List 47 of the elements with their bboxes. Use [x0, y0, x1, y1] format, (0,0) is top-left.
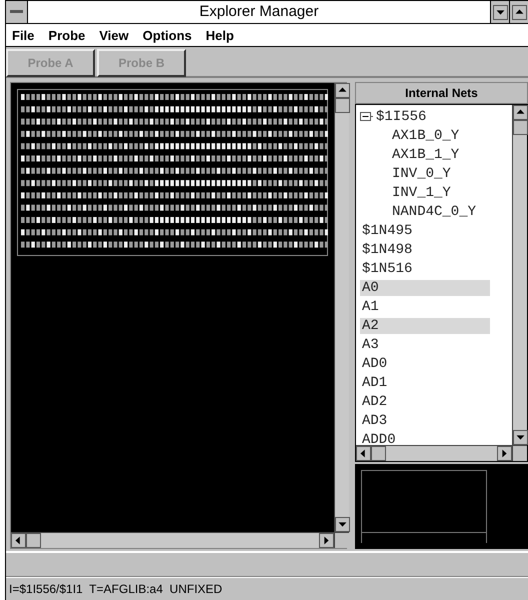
scroll-up-button[interactable] — [513, 105, 528, 120]
vertical-scrollbar[interactable] — [512, 105, 527, 445]
net-item[interactable]: $1N495 — [360, 222, 412, 238]
net-item[interactable]: A1 — [360, 298, 379, 314]
menu-item[interactable]: Help — [206, 28, 234, 42]
scroll-thumb[interactable] — [371, 446, 386, 461]
horizontal-scrollbar[interactable] — [11, 532, 334, 548]
panel-header: Internal Nets — [355, 82, 528, 104]
menu-item[interactable]: Probe — [48, 28, 86, 42]
scrollbar-corner — [334, 532, 349, 548]
menu-bar-icon — [10, 10, 23, 14]
scroll-thumb[interactable] — [513, 120, 528, 135]
menu-item[interactable]: Options — [142, 28, 192, 42]
net-item[interactable]: AD2 — [360, 394, 388, 410]
system-menu-button[interactable] — [6, 1, 28, 23]
net-item[interactable]: NAND4C_0_Y — [390, 204, 476, 220]
net-item[interactable]: A3 — [360, 336, 379, 352]
net-item[interactable]: AX1B_1_Y — [390, 146, 460, 162]
maximize-button[interactable] — [512, 4, 526, 20]
window-title: Explorer Manager — [198, 2, 320, 22]
net-item[interactable]: $1N516 — [360, 260, 412, 276]
net-item[interactable]: A0 — [360, 280, 490, 296]
net-item[interactable]: AD1 — [360, 374, 388, 390]
scroll-left-button[interactable] — [11, 533, 26, 548]
net-item[interactable]: AX1B_0_Y — [390, 128, 460, 144]
scroll-thumb[interactable] — [335, 98, 350, 113]
net-item[interactable]: A2 — [360, 318, 490, 334]
menu-item[interactable]: File — [12, 28, 34, 42]
collapse-icon[interactable] — [360, 112, 373, 121]
scroll-down-button[interactable] — [513, 430, 528, 445]
horizontal-scrollbar[interactable] — [356, 445, 512, 461]
minimize-button[interactable] — [492, 4, 508, 20]
scroll-thumb[interactable] — [26, 533, 41, 548]
scroll-right-button[interactable] — [319, 533, 334, 548]
vertical-scrollbar[interactable] — [334, 83, 349, 532]
scroll-left-button[interactable] — [356, 446, 371, 461]
scroll-right-button[interactable] — [497, 446, 512, 461]
net-item[interactable]: AD0 — [360, 356, 388, 372]
menu-item[interactable]: View — [99, 28, 129, 42]
net-item[interactable]: $1N498 — [360, 242, 412, 258]
net-item[interactable]: AD3 — [360, 412, 388, 428]
net-item[interactable]: INV_0_Y — [390, 166, 451, 182]
scroll-up-button[interactable] — [335, 83, 350, 98]
scroll-down-button[interactable] — [335, 517, 350, 532]
net-item[interactable]: ADD0 — [360, 432, 396, 445]
net-item[interactable]: $1I556 — [374, 108, 426, 124]
net-item[interactable]: INV_1_Y — [390, 184, 451, 200]
